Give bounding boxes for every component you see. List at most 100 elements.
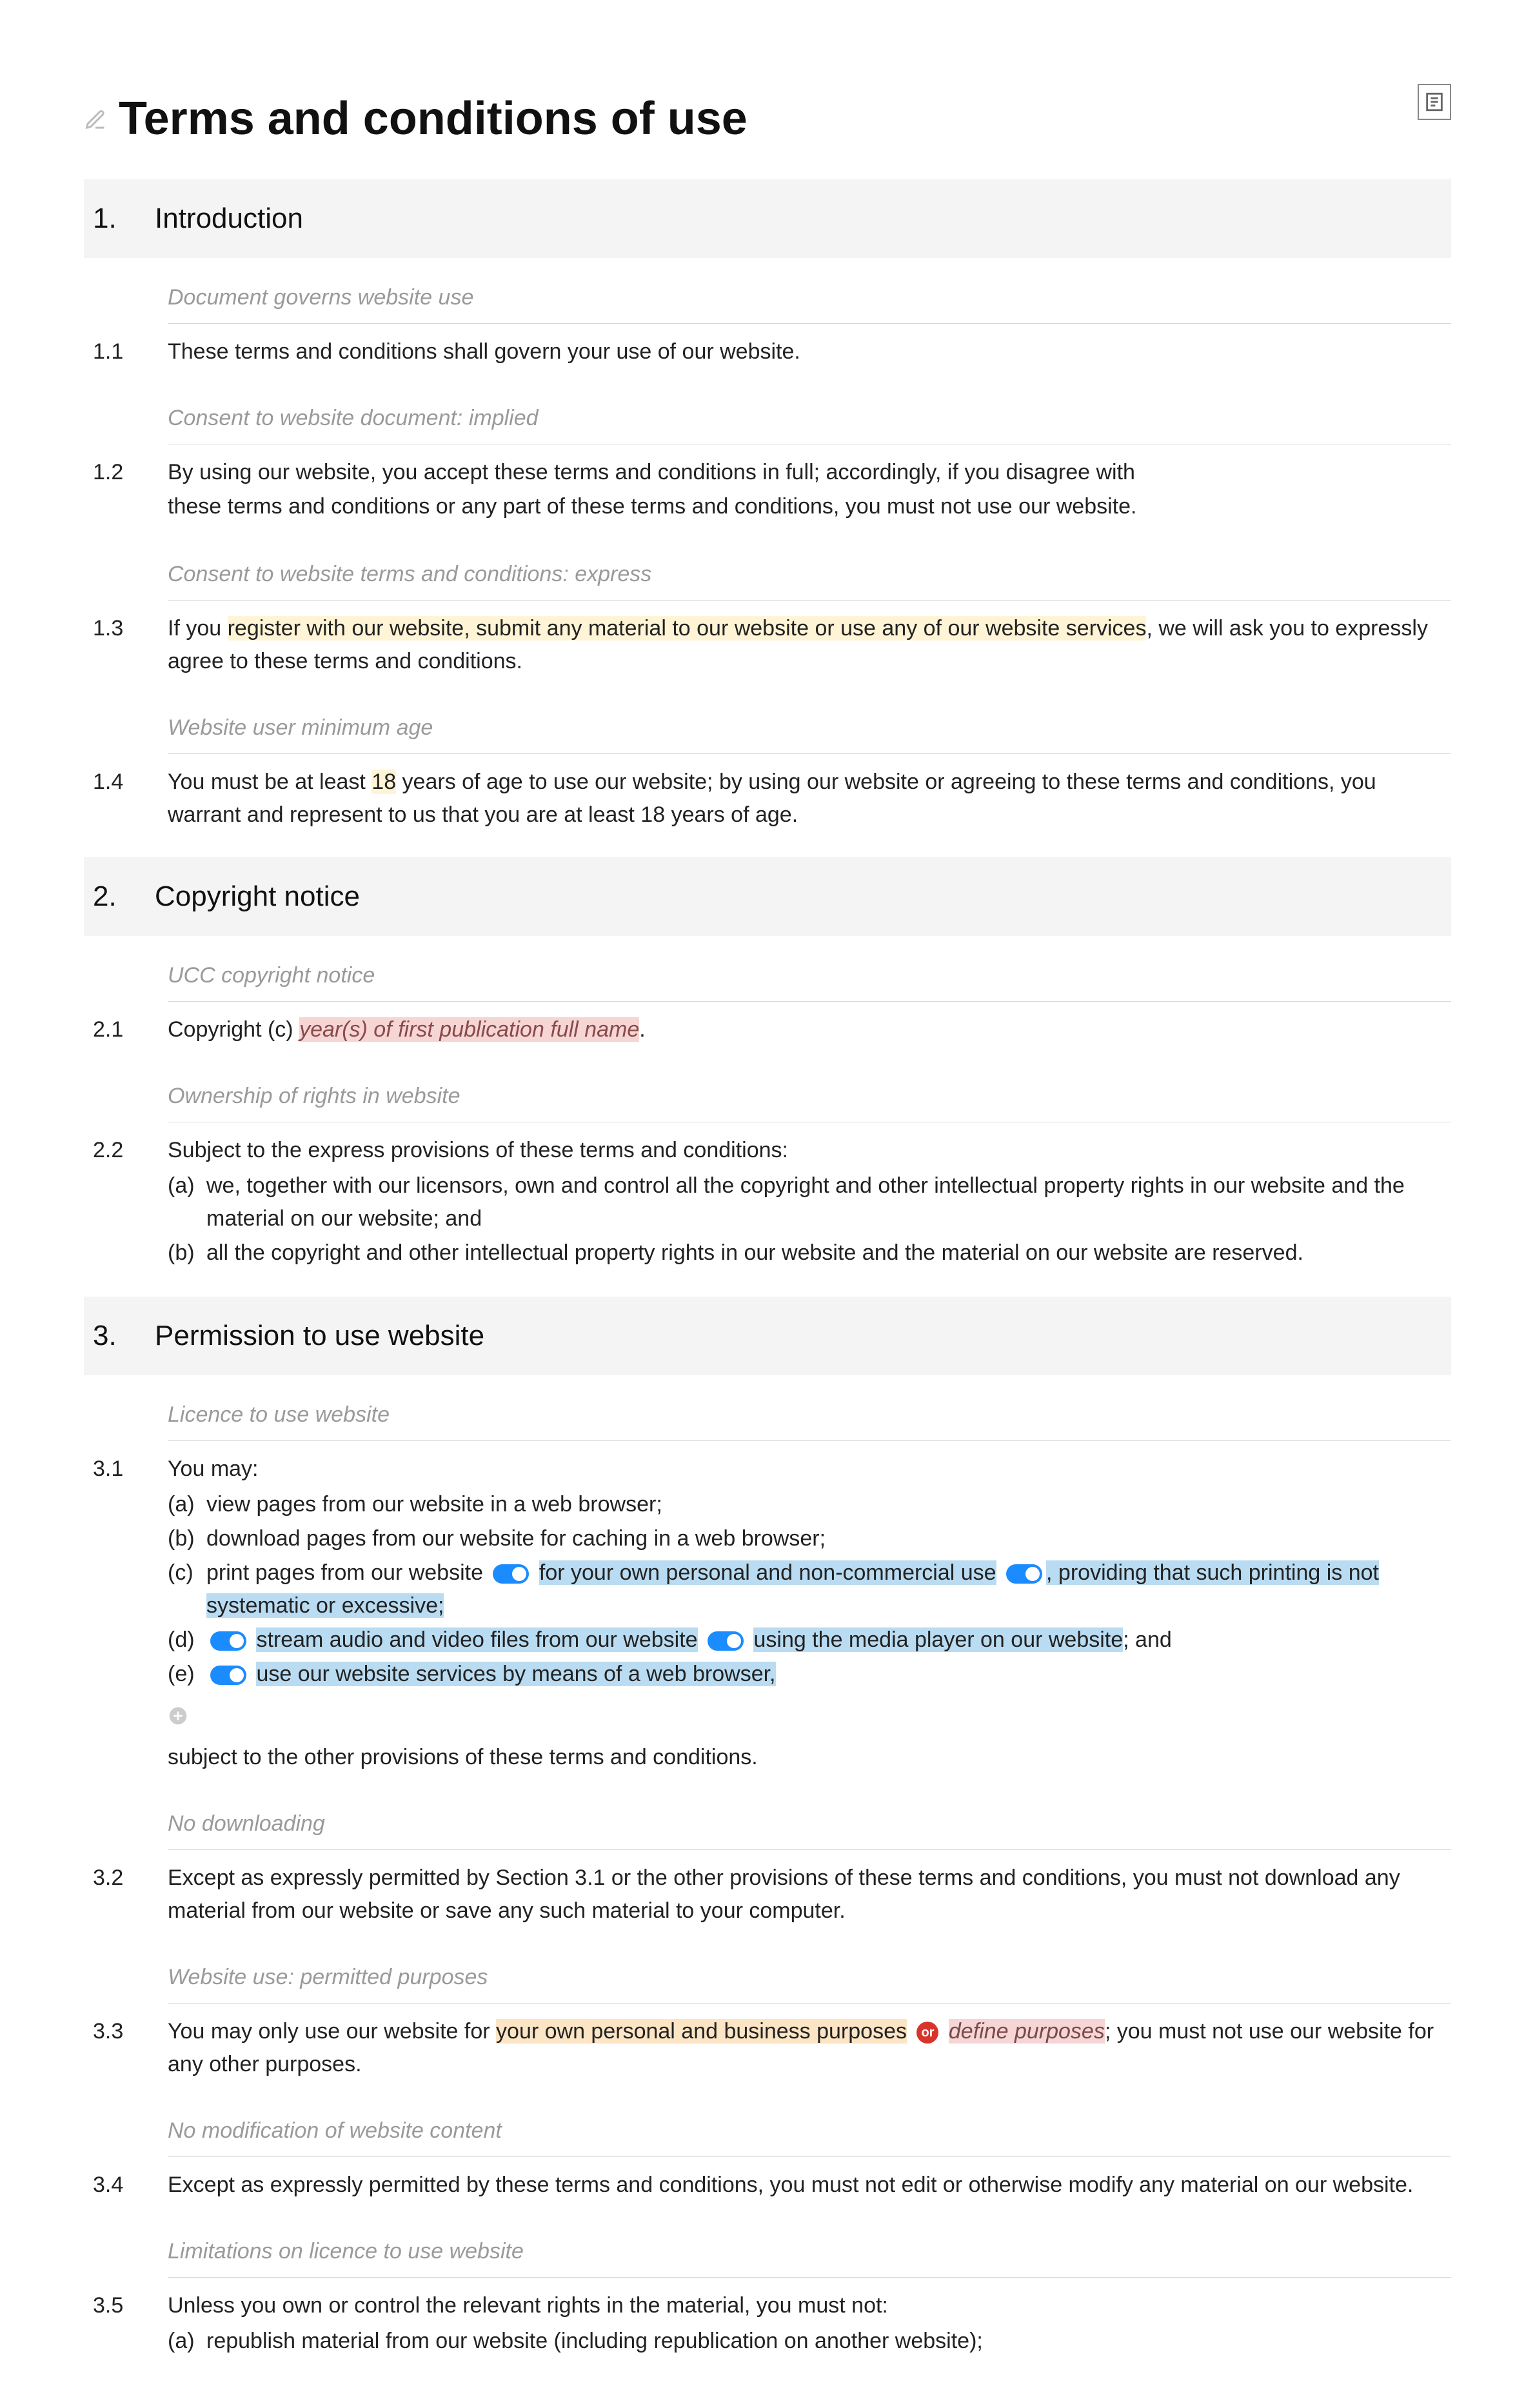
clause-row: 1.4 You must be at least 18 years of age… xyxy=(84,758,1451,842)
or-badge[interactable]: or xyxy=(916,2022,938,2044)
list-letter: (e) xyxy=(168,1658,206,1691)
clause-hint: Ownership of rights in website xyxy=(168,1068,1451,1122)
section-number: 1. xyxy=(84,197,155,240)
list-item: (e) use our website services by means of… xyxy=(168,1658,1438,1691)
clause-hint: Document governs website use xyxy=(168,270,1451,324)
clause-body: Except as expressly permitted by Section… xyxy=(168,1862,1451,1927)
add-item-icon[interactable] xyxy=(168,1698,188,1737)
toggle-switch[interactable] xyxy=(210,1666,246,1685)
sub-list: (a) republish material from our website … xyxy=(168,2325,1438,2358)
clause-body: You may only use our website for your ow… xyxy=(168,2015,1451,2081)
placeholder-field[interactable]: year(s) of first publication full name xyxy=(299,1017,639,1042)
clause-hint: UCC copyright notice xyxy=(168,948,1451,1002)
clause-number: 2.1 xyxy=(84,1013,168,1046)
clause-row: 2.1 Copyright (c) year(s) of first publi… xyxy=(84,1006,1451,1057)
list-text: all the copyright and other intellectual… xyxy=(206,1237,1438,1269)
highlighted-option[interactable]: for your own personal and non-commercial… xyxy=(539,1560,996,1585)
sub-list: (a) view pages from our website in a web… xyxy=(168,1488,1438,1691)
list-text: use our website services by means of a w… xyxy=(206,1658,1438,1691)
clause-text: You must be at least xyxy=(168,770,371,794)
edit-icon[interactable] xyxy=(84,104,107,143)
list-letter: (d) xyxy=(168,1624,206,1657)
clause-body: Subject to the express provisions of the… xyxy=(168,1134,1451,1271)
text: ; and xyxy=(1123,1627,1172,1652)
placeholder-field[interactable]: define purposes xyxy=(949,2019,1105,2044)
clause-number: 3.1 xyxy=(84,1453,168,1774)
toggle-switch[interactable] xyxy=(1006,1564,1042,1584)
list-item: (a) republish material from our website … xyxy=(168,2325,1438,2358)
clause-row: 3.5 Unless you own or control the releva… xyxy=(84,2282,1451,2369)
clause-intro: Subject to the express provisions of the… xyxy=(168,1134,1438,1167)
highlighted-option[interactable]: using the media player on our website xyxy=(753,1627,1123,1652)
clause-hint: Consent to website terms and conditions:… xyxy=(168,546,1451,601)
clause-number: 1.4 xyxy=(84,766,168,831)
clause-intro: You may: xyxy=(168,1453,1438,1486)
section-title: Introduction xyxy=(155,197,303,240)
highlighted-option[interactable]: stream audio and video files from our we… xyxy=(256,1627,697,1652)
toggle-switch[interactable] xyxy=(708,1631,744,1651)
clause-row: 1.1 These terms and conditions shall gov… xyxy=(84,328,1451,379)
clause-number: 3.3 xyxy=(84,2015,168,2081)
toggle-switch[interactable] xyxy=(210,1631,246,1651)
list-text: view pages from our website in a web bro… xyxy=(206,1488,1438,1521)
clause-tail: subject to the other provisions of these… xyxy=(168,1741,1438,1774)
list-item: (b) download pages from our website for … xyxy=(168,1522,1438,1555)
clause-body: If you register with our website, submit… xyxy=(168,612,1451,678)
list-item: (b) all the copyright and other intellec… xyxy=(168,1237,1438,1269)
section-number: 3. xyxy=(84,1315,155,1357)
list-letter: (c) xyxy=(168,1557,206,1622)
list-letter: (b) xyxy=(168,1237,206,1269)
clause-number: 2.2 xyxy=(84,1134,168,1271)
highlighted-value[interactable]: 18 xyxy=(371,770,396,794)
clause-text: You may only use our website for xyxy=(168,2019,496,2044)
list-letter: (a) xyxy=(168,2325,206,2358)
clause-row: 2.2 Subject to the express provisions of… xyxy=(84,1126,1451,1281)
highlighted-option[interactable]: use our website services by means of a w… xyxy=(256,1662,775,1686)
clause-body: Except as expressly permitted by these t… xyxy=(168,2169,1451,2202)
clause-row: 3.3 You may only use our website for you… xyxy=(84,2007,1451,2091)
clause-row: 1.2 By using our website, you accept the… xyxy=(84,448,1451,535)
clause-number: 1.1 xyxy=(84,335,168,368)
clause-line: these terms and conditions or any part o… xyxy=(168,490,1438,523)
clause-intro: Unless you own or control the relevant r… xyxy=(168,2289,1438,2322)
section-header-2: 2. Copyright notice xyxy=(84,857,1451,936)
clause-body: By using our website, you accept these t… xyxy=(168,456,1451,524)
section-header-3: 3. Permission to use website xyxy=(84,1297,1451,1375)
clause-text: . xyxy=(639,1017,645,1042)
clause-number: 3.5 xyxy=(84,2289,168,2359)
list-text: republish material from our website (inc… xyxy=(206,2325,1438,2358)
section-title: Copyright notice xyxy=(155,875,360,918)
clause-hint: No modification of website content xyxy=(168,2103,1451,2157)
list-text: we, together with our licensors, own and… xyxy=(206,1169,1438,1235)
section-header-1: 1. Introduction xyxy=(84,179,1451,258)
list-letter: (a) xyxy=(168,1488,206,1521)
title-wrap: Terms and conditions of use xyxy=(84,84,748,154)
clause-number: 3.4 xyxy=(84,2169,168,2202)
clause-number: 3.2 xyxy=(84,1862,168,1927)
toggle-switch[interactable] xyxy=(493,1564,529,1584)
section-number: 2. xyxy=(84,875,155,918)
clause-hint: Licence to use website xyxy=(168,1387,1451,1441)
list-letter: (a) xyxy=(168,1169,206,1235)
text: print pages from our website xyxy=(206,1560,483,1585)
clause-line: By using our website, you accept these t… xyxy=(168,456,1438,489)
clause-number: 1.3 xyxy=(84,612,168,678)
clause-hint: No downloading xyxy=(168,1796,1451,1850)
clause-row: 3.4 Except as expressly permitted by the… xyxy=(84,2161,1451,2212)
list-item: (a) we, together with our licensors, own… xyxy=(168,1169,1438,1235)
clause-body: You must be at least 18 years of age to … xyxy=(168,766,1451,831)
highlighted-option[interactable]: register with our website, submit any ma… xyxy=(228,616,1147,641)
clause-body: Unless you own or control the relevant r… xyxy=(168,2289,1451,2359)
clause-row: 1.3 If you register with our website, su… xyxy=(84,604,1451,688)
sub-list: (a) we, together with our licensors, own… xyxy=(168,1169,1438,1269)
clause-body: These terms and conditions shall govern … xyxy=(168,335,1451,368)
document-header: Terms and conditions of use xyxy=(84,84,1451,154)
clause-row: 3.2 Except as expressly permitted by Sec… xyxy=(84,1854,1451,1938)
highlighted-option[interactable]: your own personal and business purposes xyxy=(496,2019,907,2044)
clause-text: If you xyxy=(168,616,228,641)
list-letter: (b) xyxy=(168,1522,206,1555)
clause-hint: Consent to website document: implied xyxy=(168,390,1451,444)
clause-text: Copyright (c) xyxy=(168,1017,299,1042)
list-item: (d) stream audio and video files from ou… xyxy=(168,1624,1438,1657)
document-outline-icon[interactable] xyxy=(1418,84,1451,120)
